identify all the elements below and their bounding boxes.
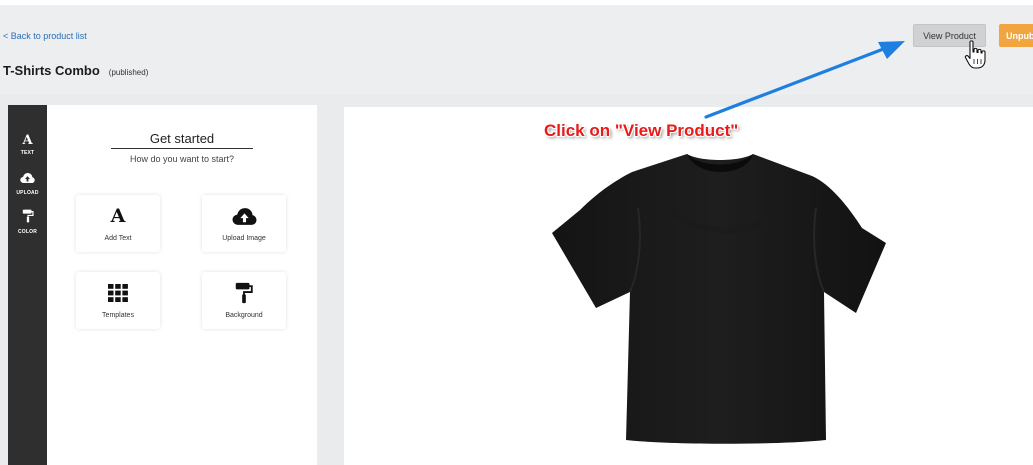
add-text-label: Add Text xyxy=(104,235,132,242)
upload-image-label: Upload Image xyxy=(222,235,266,242)
title-divider xyxy=(111,148,253,149)
panel-subtitle: How do you want to start? xyxy=(129,154,235,164)
letter-a-icon: A xyxy=(110,205,126,227)
tool-text[interactable]: A TEXT xyxy=(8,131,47,156)
title-row: T-Shirts Combo (published) xyxy=(3,63,148,78)
templates-label: Templates xyxy=(102,312,134,319)
hand-pointer-icon xyxy=(964,40,986,69)
cloud-upload-icon xyxy=(232,207,256,225)
templates-card[interactable]: Templates xyxy=(76,272,160,329)
paint-roller-icon xyxy=(235,282,253,304)
unpublish-button[interactable]: Unpub xyxy=(999,24,1033,47)
grid-icon xyxy=(108,284,128,302)
back-to-list-link[interactable]: < Back to product list xyxy=(3,31,87,41)
get-started-panel: Get started How do you want to start? A … xyxy=(47,105,317,465)
letter-a-icon: A xyxy=(22,133,33,148)
add-text-card[interactable]: A Add Text xyxy=(76,195,160,252)
upload-image-card[interactable]: Upload Image xyxy=(202,195,286,252)
t-shirt-image xyxy=(552,154,886,444)
unpublish-button-label: Unpub xyxy=(1006,30,1033,41)
tool-text-label: TEXT xyxy=(20,150,35,156)
paint-roller-icon xyxy=(22,209,34,223)
tool-sidebar: A TEXT UPLOAD COLOR xyxy=(8,105,47,465)
background-label: Background xyxy=(225,312,263,319)
background-card[interactable]: Background xyxy=(202,272,286,329)
page-title: T-Shirts Combo xyxy=(3,63,100,78)
tool-upload[interactable]: UPLOAD xyxy=(8,171,47,196)
annotation-arrow xyxy=(704,41,905,119)
instruction-callout: Click on "View Product" xyxy=(544,121,739,140)
status-badge: (published) xyxy=(108,68,149,77)
tool-color[interactable]: COLOR xyxy=(8,209,47,235)
panel-title: Get started xyxy=(149,131,215,146)
tool-color-label: COLOR xyxy=(17,229,38,235)
cloud-upload-icon xyxy=(20,173,35,183)
tool-upload-label: UPLOAD xyxy=(16,190,39,196)
